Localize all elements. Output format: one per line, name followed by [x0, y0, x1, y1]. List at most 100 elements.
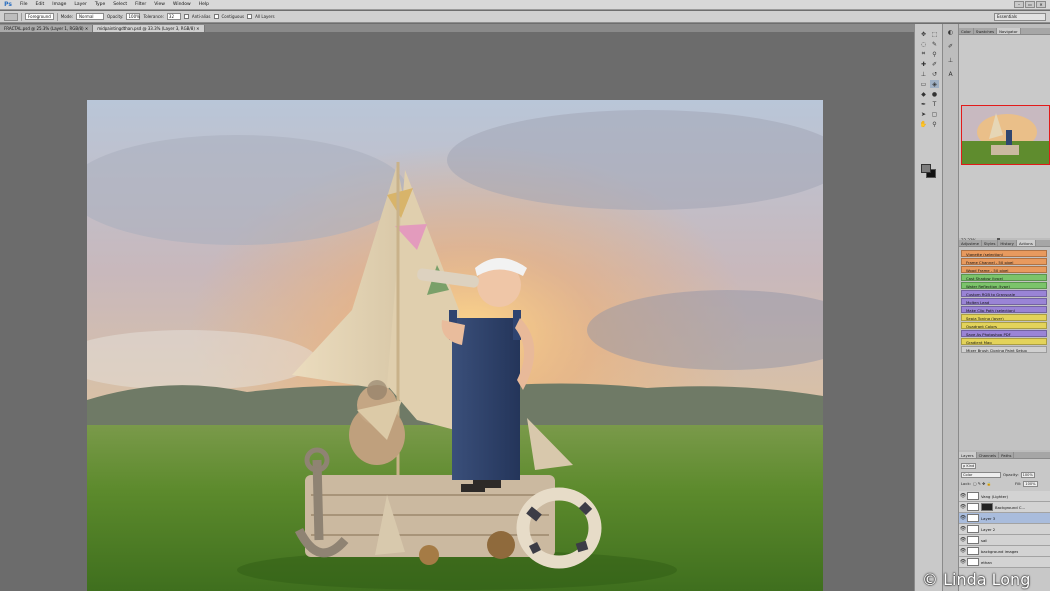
opacity-field[interactable]: 100%	[126, 13, 141, 20]
hand-tool-icon[interactable]: ✋	[919, 120, 928, 128]
action-item[interactable]: Molten Lead	[961, 298, 1047, 305]
menu-file[interactable]: File	[16, 0, 32, 10]
color-panel-icon[interactable]: ◐	[946, 28, 956, 36]
action-item[interactable]: Quadrant Colors	[961, 322, 1047, 329]
eye-icon[interactable]: 👁	[959, 526, 967, 532]
tab-navigator[interactable]: Navigator	[997, 28, 1021, 34]
mode-select[interactable]: Normal	[76, 13, 105, 20]
menu-help[interactable]: Help	[195, 0, 213, 10]
brush-tool-icon[interactable]: ✐	[930, 60, 939, 68]
layer-name: sail	[981, 537, 988, 543]
zoom-tool-icon[interactable]: ⚲	[930, 120, 939, 128]
lasso-tool-icon[interactable]: ◌	[919, 40, 928, 48]
anti-alias-checkbox[interactable]	[183, 14, 189, 19]
lock-icons[interactable]: ▢ ✎ ✥ 🔒	[973, 481, 1013, 486]
clone-stamp-tool-icon[interactable]: ⊥	[919, 70, 928, 78]
paint-bucket-tool-icon[interactable]: ◈	[930, 80, 939, 88]
menu-filter[interactable]: Filter	[131, 0, 150, 10]
document-tab[interactable]: FRACTAL.psd @ 25.3% (Layer 1, RGB/8) ✕	[0, 25, 94, 32]
foreground-color-swatch[interactable]	[921, 164, 931, 173]
action-item[interactable]: Make Clip Path (selection)	[961, 306, 1047, 313]
tab-channels[interactable]: Channels	[977, 452, 1000, 458]
blend-mode-select[interactable]: Color	[961, 471, 1001, 478]
layer-mask-thumbnail[interactable]	[981, 503, 993, 511]
layer-row[interactable]: 👁 Vang (Lighter)	[959, 491, 1050, 502]
crop-tool-icon[interactable]: ⌗	[919, 50, 928, 58]
menu-view[interactable]: View	[150, 0, 169, 10]
navigator-view-box[interactable]	[961, 105, 1050, 165]
tab-color[interactable]: Color	[959, 28, 974, 34]
menu-edit[interactable]: Edit	[32, 0, 49, 10]
tab-swatches[interactable]: Swatches	[974, 28, 998, 34]
layer-row[interactable]: 👁 sail	[959, 535, 1050, 546]
tolerance-field[interactable]: 32	[166, 13, 181, 20]
layer-row[interactable]: 👁 Layer 3	[959, 513, 1050, 524]
pen-tool-icon[interactable]: ✒	[919, 100, 928, 108]
action-item[interactable]: Gradient Map	[961, 338, 1047, 345]
action-item[interactable]: Frame Channel - 50 pixel	[961, 258, 1047, 265]
actions-panel: Adjustme Styles History Actions Vignette…	[959, 240, 1050, 450]
layer-opacity-field[interactable]: 100%	[1020, 471, 1035, 478]
action-item[interactable]: Mixer Brush Cloning Paint Setup	[961, 346, 1047, 353]
eyedropper-tool-icon[interactable]: ⚲	[930, 50, 939, 58]
eye-icon[interactable]: 👁	[959, 537, 967, 543]
tab-history[interactable]: History	[998, 240, 1017, 246]
workspace-select[interactable]: Essentials	[994, 13, 1046, 21]
document-tab-active[interactable]: midpaintingdthan.psd @ 33.3% (Layer 3, R…	[93, 25, 205, 32]
action-item[interactable]: Wood Frame - 50 pixel	[961, 266, 1047, 273]
blur-tool-icon[interactable]: ◆	[919, 90, 928, 98]
menu-type[interactable]: Type	[91, 0, 109, 10]
fill-source-select[interactable]: Foreground	[25, 13, 54, 20]
type-tool-icon[interactable]: T	[930, 100, 939, 108]
character-panel-icon[interactable]: A	[946, 70, 956, 78]
quick-select-tool-icon[interactable]: ✎	[930, 40, 939, 48]
options-bar: Foreground Mode: Normal Opacity: 100% To…	[0, 11, 1050, 23]
canvas-area[interactable]	[0, 32, 914, 591]
eraser-tool-icon[interactable]: ▭	[919, 80, 928, 88]
action-item[interactable]: Sepia Toning (layer)	[961, 314, 1047, 321]
contiguous-checkbox[interactable]	[213, 14, 219, 19]
action-item[interactable]: Water Reflection (type)	[961, 282, 1047, 289]
shape-tool-icon[interactable]: ▢	[930, 110, 939, 118]
dodge-tool-icon[interactable]: ●	[930, 90, 939, 98]
tool-preset-picker[interactable]	[4, 12, 18, 21]
eye-icon[interactable]: 👁	[959, 515, 967, 521]
maximize-button[interactable]: ▭	[1025, 1, 1035, 8]
layer-thumbnail	[967, 525, 979, 533]
layer-kind-filter[interactable]: ρ Kind	[961, 462, 977, 469]
action-item[interactable]: Vignette (selection)	[961, 250, 1047, 257]
all-layers-checkbox[interactable]	[247, 14, 253, 19]
eye-icon[interactable]: 👁	[959, 548, 967, 554]
eye-icon[interactable]: 👁	[959, 559, 967, 565]
menu-layer[interactable]: Layer	[70, 0, 91, 10]
layer-row[interactable]: 👁 background images	[959, 546, 1050, 557]
layer-fill-field[interactable]: 100%	[1023, 480, 1038, 487]
clone-panel-icon[interactable]: ⊥	[946, 56, 956, 64]
healing-tool-icon[interactable]: ✚	[919, 60, 928, 68]
tab-styles[interactable]: Styles	[982, 240, 999, 246]
action-item[interactable]: Cast Shadow (type)	[961, 274, 1047, 281]
marquee-tool-icon[interactable]: ⬚	[930, 30, 939, 38]
menu-window[interactable]: Window	[169, 0, 195, 10]
minimize-button[interactable]: –	[1014, 1, 1024, 8]
brush-panel-icon[interactable]: ✐	[946, 42, 956, 50]
document-image[interactable]	[87, 100, 823, 591]
menu-select[interactable]: Select	[109, 0, 131, 10]
close-button[interactable]: ✕	[1036, 1, 1046, 8]
tab-adjustments[interactable]: Adjustme	[959, 240, 982, 246]
eye-icon[interactable]: 👁	[959, 504, 967, 510]
tab-paths[interactable]: Paths	[999, 452, 1015, 458]
history-brush-tool-icon[interactable]: ↺	[930, 70, 939, 78]
layer-row[interactable]: 👁 Background C...	[959, 502, 1050, 513]
path-select-tool-icon[interactable]: ➤	[919, 110, 928, 118]
navigator-thumbnail[interactable]	[961, 105, 1050, 165]
action-item[interactable]: Custom RGB to Grayscale	[961, 290, 1047, 297]
layer-row[interactable]: 👁 ethan	[959, 557, 1050, 568]
layer-row[interactable]: 👁 Layer 2	[959, 524, 1050, 535]
menu-image[interactable]: Image	[48, 0, 70, 10]
tab-actions[interactable]: Actions	[1016, 240, 1036, 246]
action-item[interactable]: Save As Photoshop PDF	[961, 330, 1047, 337]
eye-icon[interactable]: 👁	[959, 493, 967, 499]
tab-layers[interactable]: Layers	[959, 452, 977, 458]
move-tool-icon[interactable]: ✥	[919, 30, 928, 38]
